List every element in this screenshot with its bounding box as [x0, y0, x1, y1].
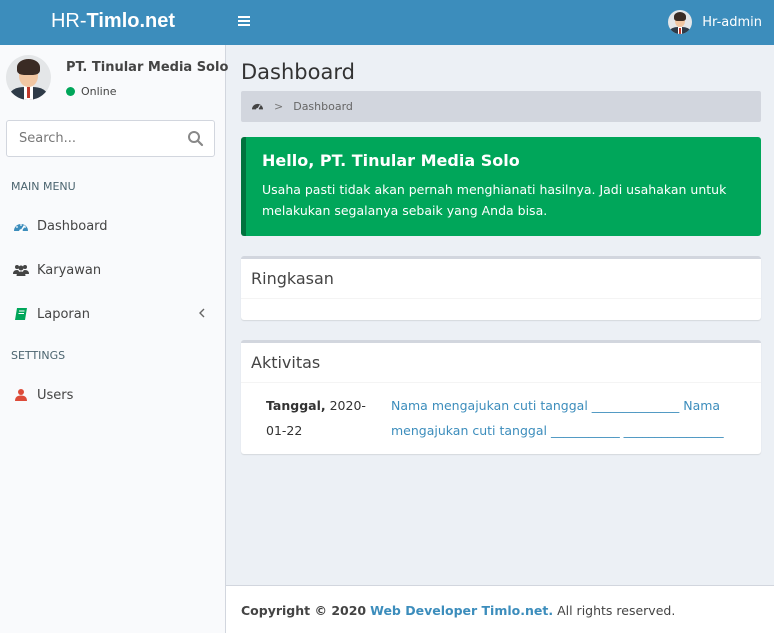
- menu-header-main: MAIN MENU: [11, 180, 76, 193]
- avatar: [6, 55, 51, 100]
- summary-box: Ringkasan: [241, 256, 761, 320]
- sidebar-item-laporan[interactable]: Laporan: [0, 292, 225, 336]
- breadcrumb-current: Dashboard: [293, 100, 353, 113]
- user-status: Online: [66, 85, 116, 98]
- hamburger-icon-bar: [238, 16, 250, 18]
- menu-header-settings: SETTINGS: [11, 349, 66, 362]
- sidebar-item-label: Users: [37, 387, 74, 403]
- breadcrumb: > Dashboard: [241, 91, 761, 122]
- logo-text-bold: Timlo.net: [86, 10, 176, 32]
- user-menu-name: Hr-admin: [702, 14, 762, 30]
- footer-suffix: All rights reserved.: [557, 603, 676, 618]
- avatar: [668, 10, 693, 34]
- user-menu[interactable]: Hr-admin: [668, 8, 762, 36]
- user-panel: PT. Tinular Media Solo Online: [6, 55, 228, 105]
- callout-text: Usaha pasti tidak akan pernah menghianat…: [262, 182, 727, 218]
- welcome-callout: Hello, PT. Tinular Media Solo Usaha past…: [241, 137, 761, 236]
- user-panel-name: PT. Tinular Media Solo: [66, 60, 229, 75]
- activity-date: Tanggal, 2020-01-22: [266, 393, 366, 443]
- top-header: HR-Timlo.net Hr-admin: [0, 0, 774, 45]
- sidebar-item-dashboard[interactable]: Dashboard: [0, 204, 225, 248]
- hamburger-icon-bar: [238, 20, 250, 22]
- sidebar-item-label: Karyawan: [37, 262, 102, 278]
- search-icon: [188, 131, 204, 147]
- sidebar-item-label: Dashboard: [37, 218, 108, 234]
- dashboard-icon: [13, 218, 29, 234]
- search-button[interactable]: [186, 129, 206, 149]
- activity-date-label: Tanggal,: [266, 398, 326, 413]
- sidebar: PT. Tinular Media Solo Online MAIN MENU …: [0, 45, 228, 633]
- activity-box: Aktivitas Tanggal, 2020-01-22 Nama menga…: [241, 340, 761, 454]
- search-input[interactable]: [7, 121, 177, 156]
- sidebar-item-users[interactable]: Users: [0, 373, 225, 417]
- hamburger-icon-bar: [238, 24, 250, 26]
- user-status-label: Online: [81, 85, 117, 98]
- activity-box-title: Aktivitas: [241, 343, 761, 383]
- footer-copyright: Copyright © 2020: [241, 603, 367, 618]
- users-icon: [13, 262, 29, 278]
- footer-link[interactable]: Web Developer Timlo.net.: [370, 603, 553, 618]
- summary-box-title: Ringkasan: [241, 259, 761, 299]
- sidebar-search: [6, 120, 215, 157]
- app-logo[interactable]: HR-Timlo.net: [0, 0, 226, 45]
- online-status-icon: [66, 87, 75, 96]
- book-icon: [13, 306, 29, 322]
- callout-title: Hello, PT. Tinular Media Solo: [262, 151, 520, 170]
- user-icon: [13, 387, 29, 403]
- chevron-left-icon: [199, 308, 205, 318]
- sidebar-item-karyawan[interactable]: Karyawan: [0, 248, 225, 292]
- dashboard-icon[interactable]: [251, 100, 264, 114]
- activity-link[interactable]: Nama mengajukan cuti tanggal ___________…: [391, 393, 741, 443]
- sidebar-toggle-button[interactable]: [238, 10, 256, 32]
- logo-text-light: HR-: [50, 10, 87, 32]
- sidebar-item-label: Laporan: [37, 306, 90, 322]
- page-title: Dashboard: [241, 60, 355, 84]
- footer: Copyright © 2020 Web Developer Timlo.net…: [226, 585, 774, 633]
- breadcrumb-separator: >: [274, 100, 284, 113]
